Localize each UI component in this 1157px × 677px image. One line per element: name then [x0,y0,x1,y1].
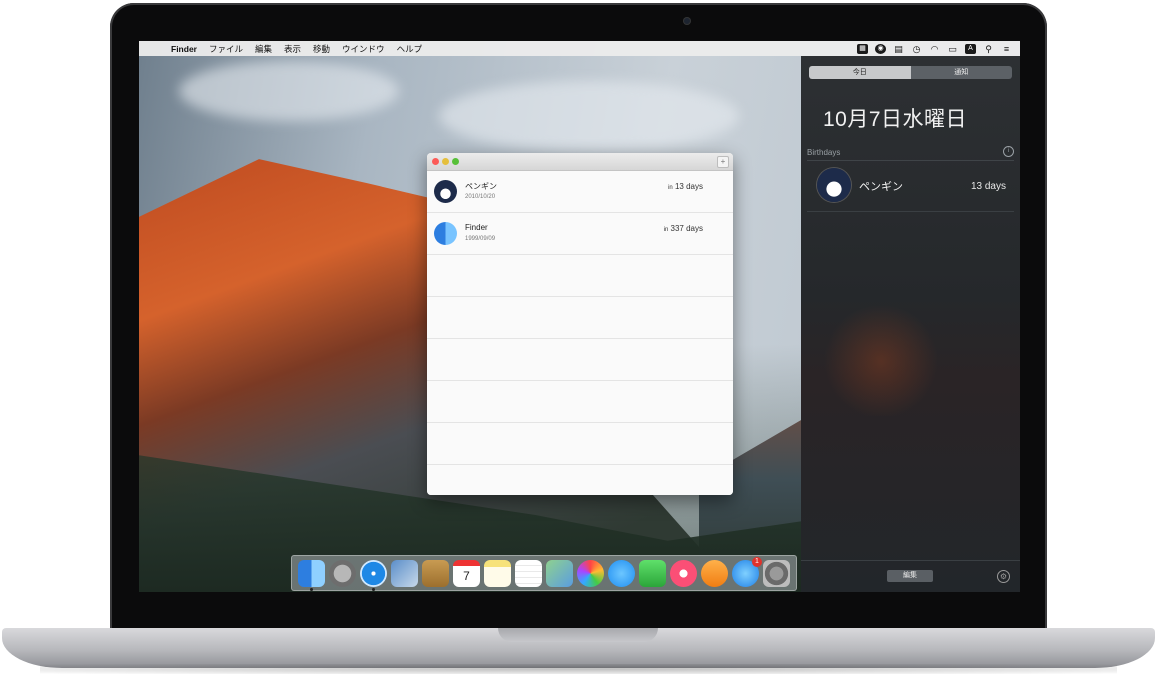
mail-dock-icon[interactable] [391,559,418,587]
launchpad-dock-icon[interactable] [329,559,356,587]
list-item[interactable]: ペンギン 2010/10/20 in 13 days [427,171,733,213]
screen: Finder ファイル 編集 表示 移動 ウインドウ ヘルプ ▦ ◉ ▤ ◷ ◠… [139,41,1020,592]
nc-tabs: 今日 通知 [809,66,1012,79]
finder-avatar-icon [434,222,457,245]
wallpaper-cloud [439,81,739,151]
ibooks-dock-icon[interactable] [701,559,728,587]
list-item[interactable]: Finder 1999/09/09 in 337 days [427,213,733,255]
status-clock-icon[interactable]: ◷ [911,44,922,54]
maps-dock-icon[interactable] [546,559,573,587]
menu-view[interactable]: 表示 [284,43,301,55]
menu-bar: Finder ファイル 編集 表示 移動 ウインドウ ヘルプ ▦ ◉ ▤ ◷ ◠… [139,41,1020,56]
entry-days: 13 days [970,181,1006,192]
calendar-dock-icon[interactable]: 7 [453,559,480,587]
notification-center-icon[interactable]: ≡ [1001,44,1012,54]
empty-row [427,297,733,339]
safari-dock-icon[interactable] [360,559,387,591]
status-app-icon[interactable]: ▦ [857,43,868,54]
facetime-dock-icon[interactable] [639,559,666,587]
row-date: 2010/10/20 [465,194,496,200]
update-badge: 1 [752,556,762,567]
wallpaper-cloud [179,61,399,121]
menu-help[interactable]: ヘルプ [397,43,423,55]
row-date: 1999/09/09 [465,236,496,242]
itunes-dock-icon[interactable] [670,559,697,587]
row-name: ペンギン [465,182,497,191]
divider [801,560,1020,561]
finder-dock-icon[interactable] [298,559,325,591]
penguin-avatar-icon [434,180,457,203]
empty-row [427,255,733,297]
menu-edit[interactable]: 編集 [255,43,272,55]
app-store-dock-icon[interactable]: 1 [732,556,762,587]
gear-icon[interactable]: ⚙ [997,570,1010,583]
laptop-notch [498,628,658,642]
empty-row [427,381,733,423]
dock: 7 1 [291,555,797,591]
battery-icon[interactable]: ▭ [947,44,958,54]
photos-dock-icon[interactable] [577,559,604,587]
menu-go[interactable]: 移動 [313,43,330,55]
row-days: in 13 days [668,182,703,191]
minimize-button[interactable] [442,158,449,165]
notification-center: 今日 通知 10月7日水曜日 Birthdays i ペンギン 13 days … [801,56,1020,592]
zoom-button[interactable] [452,158,459,165]
empty-row [427,339,733,381]
tab-today[interactable]: 今日 [809,66,911,79]
window-titlebar[interactable]: + [427,153,733,171]
status-icons: ▦ ◉ ▤ ◷ ◠ ▭ A ⚲ ≡ [857,41,1012,56]
running-indicator [372,587,375,591]
close-button[interactable] [432,158,439,165]
menu-file[interactable]: ファイル [209,43,243,55]
input-method-icon[interactable]: A [965,43,976,54]
menu-app-name[interactable]: Finder [171,44,197,54]
system-preferences-dock-icon[interactable] [763,559,790,587]
status-circle-icon[interactable]: ◉ [875,43,886,54]
birthday-entry[interactable]: ペンギン 13 days [801,164,1020,210]
tab-notifications[interactable]: 通知 [910,66,1012,79]
info-icon[interactable]: i [1003,146,1014,157]
camera [683,17,691,25]
reminders-dock-icon[interactable] [515,559,542,587]
widget-title: Birthdays [807,148,841,157]
status-bar-icon[interactable]: ▤ [893,44,904,54]
birthdays-window: + ペンギン 2010/10/20 in 13 days Finder 1999… [427,153,733,495]
wifi-icon[interactable]: ◠ [929,44,940,54]
divider [807,211,1014,212]
spotlight-search-icon[interactable]: ⚲ [983,44,994,54]
running-indicator [310,587,313,591]
entry-name: ペンギン [859,181,903,193]
messages-dock-icon[interactable] [608,559,635,587]
row-name: Finder [465,223,488,232]
laptop-shadow [40,664,1117,674]
menu-window[interactable]: ウインドウ [342,43,385,55]
notes-dock-icon[interactable] [484,559,511,587]
nc-background-glow [821,306,941,416]
empty-row [427,423,733,465]
edit-button[interactable]: 編集 [887,570,933,582]
contacts-dock-icon[interactable] [422,559,449,587]
empty-row [427,465,733,495]
add-icon[interactable]: + [717,156,729,168]
nc-date: 10月7日水曜日 [823,108,968,131]
row-days: in 337 days [663,224,703,233]
penguin-avatar-icon [817,168,851,202]
divider [807,160,1014,161]
